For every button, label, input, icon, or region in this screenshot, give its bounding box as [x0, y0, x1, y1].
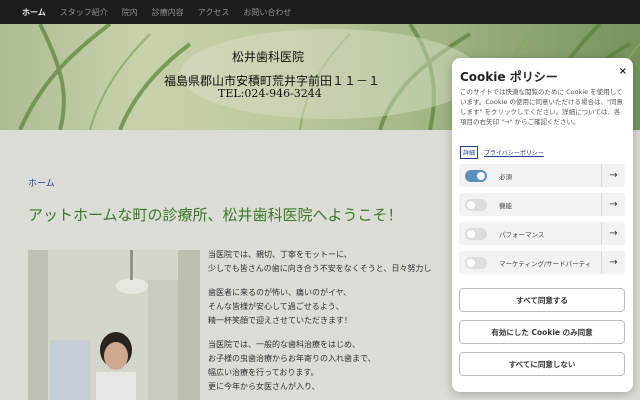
- cookie-category-functional: 機能 →: [459, 193, 625, 216]
- arrow-right-icon[interactable]: →: [601, 222, 625, 245]
- toggle-functional[interactable]: [465, 198, 487, 211]
- category-label: 機能: [499, 201, 512, 210]
- category-label: パフォーマンス: [499, 230, 545, 239]
- arrow-right-icon[interactable]: →: [601, 251, 625, 274]
- accept-selected-button[interactable]: 有効にした Cookie のみ同意: [459, 320, 625, 344]
- cookie-category-necessary: 必須 →: [459, 164, 625, 187]
- cookie-dialog-title: Cookie ポリシー: [460, 70, 558, 84]
- cookie-category-marketing: マーケティング/サードパーティ →: [459, 251, 625, 274]
- accept-all-button[interactable]: すべて同意する: [459, 288, 625, 312]
- arrow-right-icon[interactable]: →: [601, 193, 625, 216]
- cookie-policy-dialog: Cookie ポリシー × このサイトでは快適な閲覧のために Cookie を使…: [452, 58, 633, 392]
- toggle-necessary[interactable]: [465, 169, 487, 182]
- cookie-links: 詳細 プライバシーポリシー: [460, 146, 544, 159]
- cookie-description: このサイトでは快適な閲覧のために Cookie を使用しています。Cookie …: [460, 88, 623, 126]
- privacy-policy-link[interactable]: プライバシーポリシー: [484, 148, 544, 157]
- toggle-marketing[interactable]: [465, 256, 487, 269]
- details-link[interactable]: 詳細: [460, 146, 479, 159]
- close-icon[interactable]: ×: [619, 66, 627, 77]
- category-label: 必須: [499, 172, 512, 181]
- toggle-performance[interactable]: [465, 227, 487, 240]
- cookie-category-performance: パフォーマンス →: [459, 222, 625, 245]
- reject-all-button[interactable]: すべてに同意しない: [459, 352, 625, 376]
- category-label: マーケティング/サードパーティ: [499, 259, 592, 268]
- arrow-right-icon[interactable]: →: [601, 164, 625, 187]
